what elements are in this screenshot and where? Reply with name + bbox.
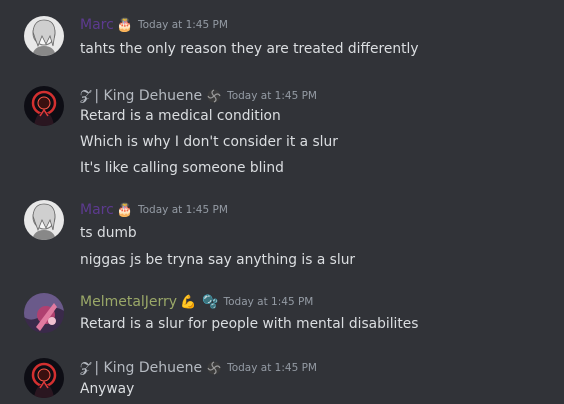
message-text: Retard is a medical condition: [80, 108, 281, 124]
flexed-bicep-icon: 💪: [180, 294, 197, 310]
message-text: niggas js be tryna say anything is a slu…: [80, 252, 356, 268]
timestamp: Today at 1:45 PM: [138, 19, 228, 31]
swirl-icon: [207, 89, 221, 103]
timestamp: Today at 1:45 PM: [138, 204, 228, 216]
avatar-melmetaljerry[interactable]: [24, 293, 64, 333]
timestamp: Today at 1:45 PM: [223, 296, 314, 308]
message-text: Which is why I don't consider it a slur: [80, 134, 338, 150]
bubbles-icon: 🫧: [202, 294, 219, 310]
username[interactable]: MelmetalJerry: [80, 294, 177, 310]
username[interactable]: 𝓩 | King Dehuene: [80, 360, 202, 376]
timestamp: Today at 1:45 PM: [227, 362, 317, 374]
username[interactable]: 𝓩 | King Dehuene: [80, 88, 202, 104]
cake-icon: 🎂: [116, 17, 133, 33]
avatar-king-dehuene[interactable]: [24, 86, 64, 126]
username[interactable]: Marc: [80, 202, 114, 218]
cake-icon: 🎂: [116, 202, 133, 218]
username[interactable]: Marc: [80, 17, 114, 33]
avatar-king-dehuene[interactable]: [24, 358, 64, 398]
message-text: Retard is a slur for people with mental …: [80, 316, 419, 332]
timestamp: Today at 1:45 PM: [227, 90, 317, 102]
message-text: ts dumb: [80, 225, 137, 241]
avatar-marc[interactable]: [24, 200, 64, 240]
swirl-icon: [207, 361, 221, 375]
avatar-marc[interactable]: [24, 16, 64, 56]
message-text: tahts the only reason they are treated d…: [80, 41, 419, 57]
message-text: It's like calling someone blind: [80, 160, 284, 176]
message-text: Anyway: [80, 381, 135, 397]
